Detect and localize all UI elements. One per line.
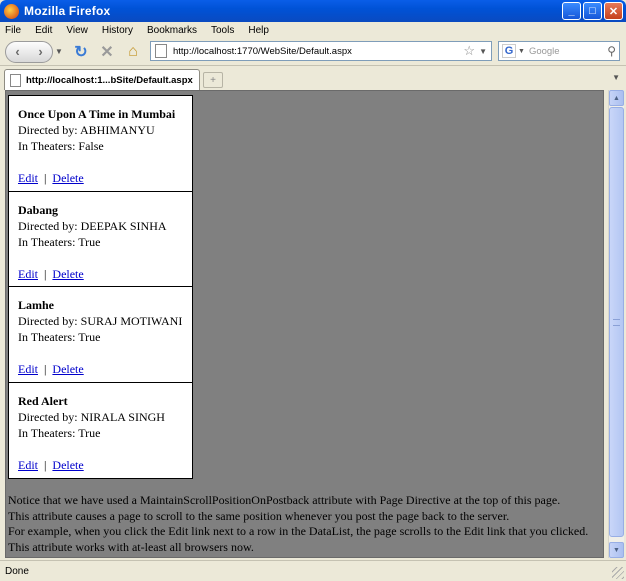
- home-icon[interactable]: ⌂: [123, 42, 143, 62]
- link-separator: |: [44, 266, 47, 281]
- search-engine-dropdown-icon[interactable]: ▼: [518, 48, 525, 55]
- url-text[interactable]: http://localhost:1770/WebSite/Default.as…: [173, 46, 463, 57]
- menu-bar: File Edit View History Bookmarks Tools H…: [0, 22, 626, 38]
- navigation-toolbar: ‹ › ▼ ↻ ✕ ⌂ http://localhost:1770/WebSit…: [0, 38, 626, 65]
- edit-link[interactable]: Edit: [18, 267, 38, 281]
- grip-icon: [613, 318, 620, 326]
- menu-edit[interactable]: Edit: [35, 25, 52, 36]
- edit-link[interactable]: Edit: [18, 171, 38, 185]
- page-content: Once Upon A Time in Mumbai Directed by: …: [5, 90, 604, 558]
- movie-director: Directed by: NIRALA SINGH: [18, 409, 165, 424]
- movie-name: Dabang: [18, 202, 59, 217]
- list-item: Once Upon A Time in Mumbai Directed by: …: [9, 96, 192, 192]
- notice-line: For example, when you click the Edit lin…: [8, 524, 589, 538]
- list-item: Red Alert Directed by: NIRALA SINGH In T…: [9, 383, 192, 479]
- search-bar[interactable]: G ▼ Google ⚲: [498, 41, 620, 61]
- movies-datalist: Once Upon A Time in Mumbai Directed by: …: [8, 95, 193, 479]
- delete-link[interactable]: Delete: [52, 267, 83, 281]
- delete-link[interactable]: Delete: [52, 171, 83, 185]
- movie-in-theaters: In Theaters: True: [18, 330, 101, 344]
- list-item: Lamhe Directed by: SURAJ MOTIWANI In The…: [9, 287, 192, 383]
- search-engine-icon[interactable]: G: [502, 44, 516, 58]
- link-separator: |: [44, 362, 47, 376]
- url-dropdown-icon[interactable]: ▼: [479, 47, 487, 56]
- notice-line: Notice that we have used a MaintainScrol…: [8, 493, 561, 507]
- history-dropdown-icon[interactable]: ▼: [55, 47, 65, 56]
- list-item: Dabang Directed by: DEEPAK SINHA In Thea…: [9, 192, 192, 287]
- forward-button[interactable]: ›: [38, 44, 42, 59]
- address-bar[interactable]: http://localhost:1770/WebSite/Default.as…: [150, 41, 492, 61]
- minimize-button[interactable]: _: [562, 2, 581, 20]
- edit-link[interactable]: Edit: [18, 458, 38, 472]
- notice-line: This attribute causes a page to scroll t…: [8, 508, 510, 523]
- maximize-button[interactable]: □: [583, 2, 602, 20]
- edit-link[interactable]: Edit: [18, 362, 38, 376]
- title-bar: Mozilla Firefox _ □ ✕: [0, 0, 626, 22]
- link-separator: |: [44, 171, 47, 185]
- page-icon: [155, 44, 167, 58]
- menu-bookmarks[interactable]: Bookmarks: [147, 25, 197, 36]
- back-forward-group: ‹ ›: [5, 40, 53, 63]
- scroll-up-icon[interactable]: ▲: [609, 90, 624, 106]
- close-button[interactable]: ✕: [604, 2, 623, 20]
- tab-label: http://localhost:1...bSite/Default.aspx: [26, 74, 193, 86]
- movie-director: Directed by: SURAJ MOTIWANI: [18, 314, 183, 328]
- bookmark-star-icon[interactable]: ☆: [463, 43, 475, 59]
- search-input[interactable]: Google: [529, 46, 607, 57]
- notice-text: Notice that we have used a MaintainScrol…: [8, 493, 598, 555]
- search-icon[interactable]: ⚲: [607, 44, 616, 58]
- tab-page-icon: [10, 73, 21, 87]
- notice-line: This attribute works with at-least all b…: [8, 539, 254, 554]
- delete-link[interactable]: Delete: [52, 362, 83, 376]
- movie-name: Once Upon A Time in Mumbai: [18, 107, 176, 121]
- tab-default-aspx[interactable]: http://localhost:1...bSite/Default.aspx: [4, 69, 200, 90]
- window-title: Mozilla Firefox: [24, 4, 111, 18]
- movie-in-theaters: In Theaters: True: [18, 234, 101, 249]
- vertical-scrollbar[interactable]: ▲ ▼: [608, 90, 624, 558]
- status-bar: Done: [0, 560, 626, 581]
- movie-name: Lamhe: [18, 298, 54, 312]
- resize-grip-icon[interactable]: [612, 567, 624, 579]
- firefox-logo-icon: [4, 3, 19, 19]
- menu-tools[interactable]: Tools: [211, 25, 234, 36]
- new-tab-button[interactable]: +: [203, 72, 223, 88]
- menu-file[interactable]: File: [5, 25, 21, 36]
- tab-bar: http://localhost:1...bSite/Default.aspx …: [0, 65, 626, 90]
- delete-link[interactable]: Delete: [52, 458, 83, 472]
- menu-view[interactable]: View: [66, 25, 88, 36]
- back-button[interactable]: ‹: [15, 44, 19, 59]
- movie-name: Red Alert: [18, 393, 68, 408]
- stop-icon[interactable]: ✕: [97, 42, 117, 62]
- link-separator: |: [44, 457, 47, 472]
- menu-help[interactable]: Help: [248, 25, 269, 36]
- movie-director: Directed by: ABHIMANYU: [18, 123, 155, 137]
- reload-icon[interactable]: ↻: [71, 42, 91, 62]
- movie-in-theaters: In Theaters: True: [18, 425, 101, 440]
- movie-in-theaters: In Theaters: False: [18, 139, 104, 153]
- movie-director: Directed by: DEEPAK SINHA: [18, 218, 167, 233]
- scroll-thumb[interactable]: [609, 107, 624, 537]
- tab-list-dropdown-icon[interactable]: ▼: [612, 73, 620, 82]
- menu-history[interactable]: History: [102, 25, 133, 36]
- scroll-down-icon[interactable]: ▼: [609, 542, 624, 558]
- status-text: Done: [5, 565, 29, 577]
